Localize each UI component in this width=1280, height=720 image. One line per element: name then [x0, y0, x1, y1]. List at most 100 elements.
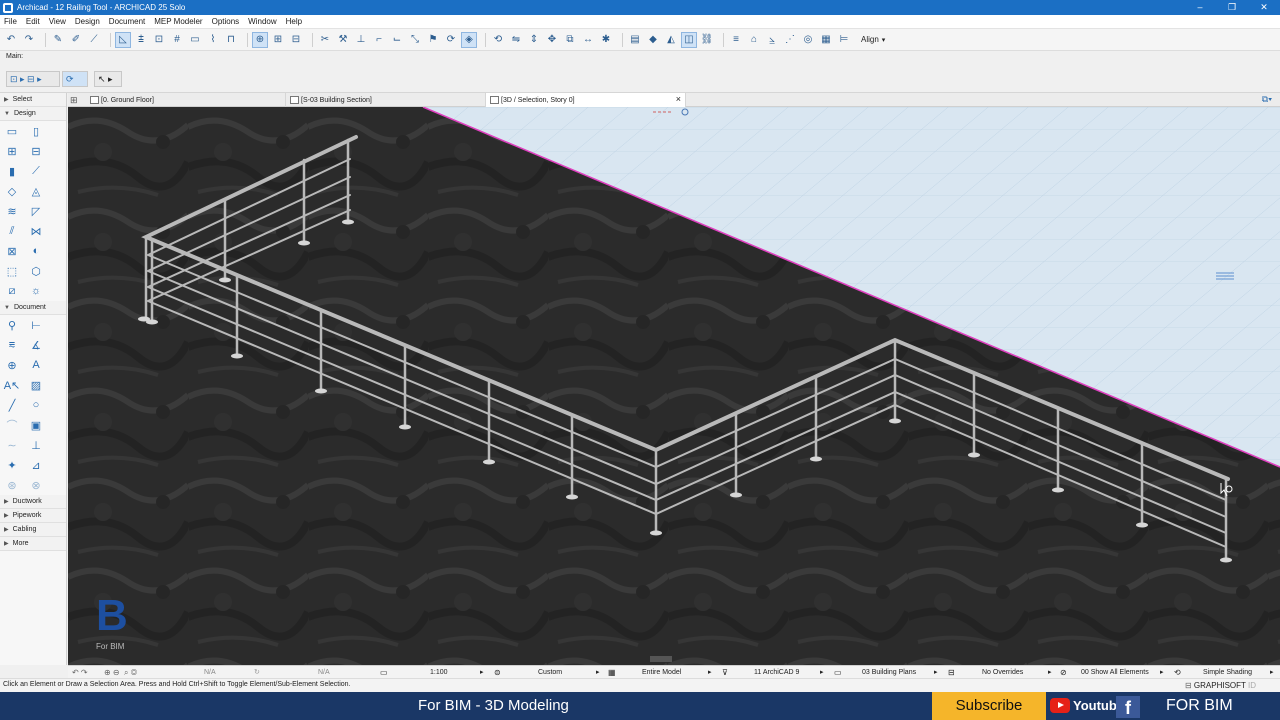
- drag-icon[interactable]: ✥: [545, 33, 559, 47]
- resize-icon[interactable]: ⤡: [408, 33, 422, 47]
- elevation-tool-icon[interactable]: ⊿: [28, 457, 44, 473]
- tab-ground-floor[interactable]: [0. Ground Floor]: [86, 93, 286, 107]
- line-tool-icon[interactable]: ╱: [4, 397, 20, 413]
- linear-dimension-icon[interactable]: ⊢: [28, 317, 44, 333]
- snap-guides-icon[interactable]: ◺: [115, 31, 131, 48]
- slab-tool-icon[interactable]: ◇: [4, 183, 20, 199]
- object-tool-icon[interactable]: ⊠: [4, 243, 20, 259]
- tab-menu-icon[interactable]: ⧉▾: [1262, 94, 1272, 105]
- drawing-tool-icon[interactable]: ▣: [28, 417, 44, 433]
- arrow-pointer[interactable]: ↖ ▸: [94, 71, 122, 87]
- toolbox-section-more[interactable]: ▶ More: [0, 537, 66, 551]
- close-window-button[interactable]: ✕: [1248, 0, 1280, 15]
- align-dropdown[interactable]: Align: [861, 35, 879, 44]
- column-tool-icon[interactable]: ▮: [4, 163, 20, 179]
- selection-method-icon[interactable]: ⊡ ▸ ⊟ ▸: [10, 74, 42, 85]
- graphisoft-id[interactable]: ⊟ GRAPHISOFT ID: [1185, 681, 1256, 690]
- dimension-tool-icon[interactable]: ⚲: [4, 317, 20, 333]
- measure-icon[interactable]: ⦥: [765, 33, 779, 47]
- adjust-icon[interactable]: ⚒: [336, 33, 350, 47]
- label-tool-icon[interactable]: A↖: [4, 377, 21, 393]
- menu-view[interactable]: View: [49, 17, 66, 26]
- fillet-icon[interactable]: ⌐: [372, 33, 386, 47]
- trim-roof-icon[interactable]: ◭: [664, 33, 678, 47]
- roof-tool-icon[interactable]: ◬: [28, 183, 44, 199]
- grid-snap-icon[interactable]: #: [170, 33, 184, 47]
- toolbox-section-design[interactable]: ▼ Design: [0, 107, 66, 121]
- guide-lines-icon[interactable]: ⩲: [134, 33, 148, 47]
- elevate-icon[interactable]: ⇕: [527, 33, 541, 47]
- stretch-icon[interactable]: ↔: [581, 33, 595, 47]
- marquee-icon[interactable]: ⊟: [289, 33, 303, 47]
- menu-edit[interactable]: Edit: [26, 17, 40, 26]
- layers-icon[interactable]: ▤: [628, 33, 642, 47]
- shell-tool-icon[interactable]: ◸: [28, 203, 44, 219]
- detail-tool-icon[interactable]: ⊛: [4, 477, 20, 493]
- trace-icon[interactable]: ▭: [188, 33, 202, 47]
- lock-icon[interactable]: ⊓: [224, 33, 238, 47]
- skylight-tool-icon[interactable]: ⧄: [4, 283, 20, 299]
- offset-icon[interactable]: ⌙: [390, 33, 404, 47]
- menu-design[interactable]: Design: [75, 17, 100, 26]
- sun-tool-icon[interactable]: ☼: [28, 283, 44, 299]
- multiply-icon[interactable]: ⧉: [563, 33, 577, 47]
- menu-file[interactable]: File: [4, 17, 17, 26]
- circle-tool-icon[interactable]: ○: [28, 397, 44, 413]
- rotate-view-toggle[interactable]: ⟳: [62, 71, 88, 87]
- railing-tool-icon[interactable]: ⫽: [4, 223, 20, 239]
- toolbox-section-pipework[interactable]: ▶ Pipework: [0, 509, 66, 523]
- toolbox-section-ductwork[interactable]: ▶ Ductwork: [0, 495, 66, 509]
- menu-document[interactable]: Document: [109, 17, 145, 26]
- flag-icon[interactable]: ⚑: [426, 33, 440, 47]
- object-icon[interactable]: ◫: [681, 31, 697, 48]
- mirror-icon[interactable]: ⇋: [509, 33, 523, 47]
- zone-tool-icon[interactable]: ⬚: [4, 263, 20, 279]
- pick-up-icon[interactable]: ✎: [51, 33, 65, 47]
- level-dimension-icon[interactable]: ⩳: [4, 337, 20, 353]
- tab-building-section[interactable]: [S-03 Building Section]: [286, 93, 486, 107]
- maximize-button[interactable]: ❐: [1216, 0, 1248, 15]
- grid-tool-icon[interactable]: ▦: [819, 33, 833, 47]
- solid-ops-icon[interactable]: ◆: [646, 33, 660, 47]
- door-tool-icon[interactable]: ▯: [28, 123, 44, 139]
- 3d-viewport[interactable]: [68, 107, 1280, 665]
- wall-tool-icon[interactable]: ▭: [4, 123, 20, 139]
- distribute-icon[interactable]: ⊨: [837, 33, 851, 47]
- worksheet-tool-icon[interactable]: ⊗: [28, 477, 44, 493]
- stair-icon[interactable]: ⋰: [783, 33, 797, 47]
- 3d-scene[interactable]: [68, 107, 1280, 665]
- gravity-icon[interactable]: ⊡: [152, 33, 166, 47]
- curtain-wall-tool-icon[interactable]: ⊟: [28, 143, 44, 159]
- spline-tool-icon[interactable]: ∼: [4, 437, 20, 453]
- beam-tool-icon[interactable]: ⟋: [28, 163, 44, 179]
- arrow-tool-options[interactable]: ⊡ ▸ ⊟ ▸: [6, 71, 60, 87]
- hotspot-tool-icon[interactable]: ⊥: [28, 437, 44, 453]
- menu-help[interactable]: Help: [286, 17, 302, 26]
- facebook-icon[interactable]: f: [1116, 696, 1140, 718]
- shell-icon[interactable]: ◎: [801, 33, 815, 47]
- morph-tool-icon[interactable]: ⬡: [28, 263, 44, 279]
- section-icon[interactable]: ≡: [729, 33, 743, 47]
- eyedropper-icon[interactable]: ⟋: [87, 33, 101, 47]
- magic-wand-icon[interactable]: ⌇: [206, 33, 220, 47]
- polyline-tool-icon[interactable]: ⌒: [4, 417, 20, 433]
- elevation-icon[interactable]: ⌂: [747, 33, 761, 47]
- intersect-icon[interactable]: ⊥: [354, 33, 368, 47]
- stair-tool-icon[interactable]: ≋: [4, 203, 20, 219]
- chevron-down-icon[interactable]: ▾: [882, 36, 886, 44]
- rotate-icon[interactable]: ⟲: [491, 33, 505, 47]
- selection-icon[interactable]: ⊕: [252, 31, 268, 48]
- orbit-icon[interactable]: ⟳: [444, 33, 458, 47]
- zoom-window-icon[interactable]: ⊞: [271, 33, 285, 47]
- toolbox-section-select[interactable]: ▶ Select: [0, 93, 66, 107]
- mesh-tool-icon[interactable]: ⋈: [28, 223, 44, 239]
- angle-dimension-icon[interactable]: ∡: [28, 337, 44, 353]
- undo-icon[interactable]: ↶: [4, 33, 18, 47]
- minimize-button[interactable]: –: [1184, 0, 1216, 15]
- radial-dimension-icon[interactable]: ⊕: [4, 357, 20, 373]
- tab-overview-icon[interactable]: ⊞: [70, 95, 78, 106]
- menu-options[interactable]: Options: [212, 17, 240, 26]
- split-icon[interactable]: ✂: [318, 33, 332, 47]
- inject-icon[interactable]: ✐: [69, 33, 83, 47]
- toolbox-section-document[interactable]: ▼ Document: [0, 301, 66, 315]
